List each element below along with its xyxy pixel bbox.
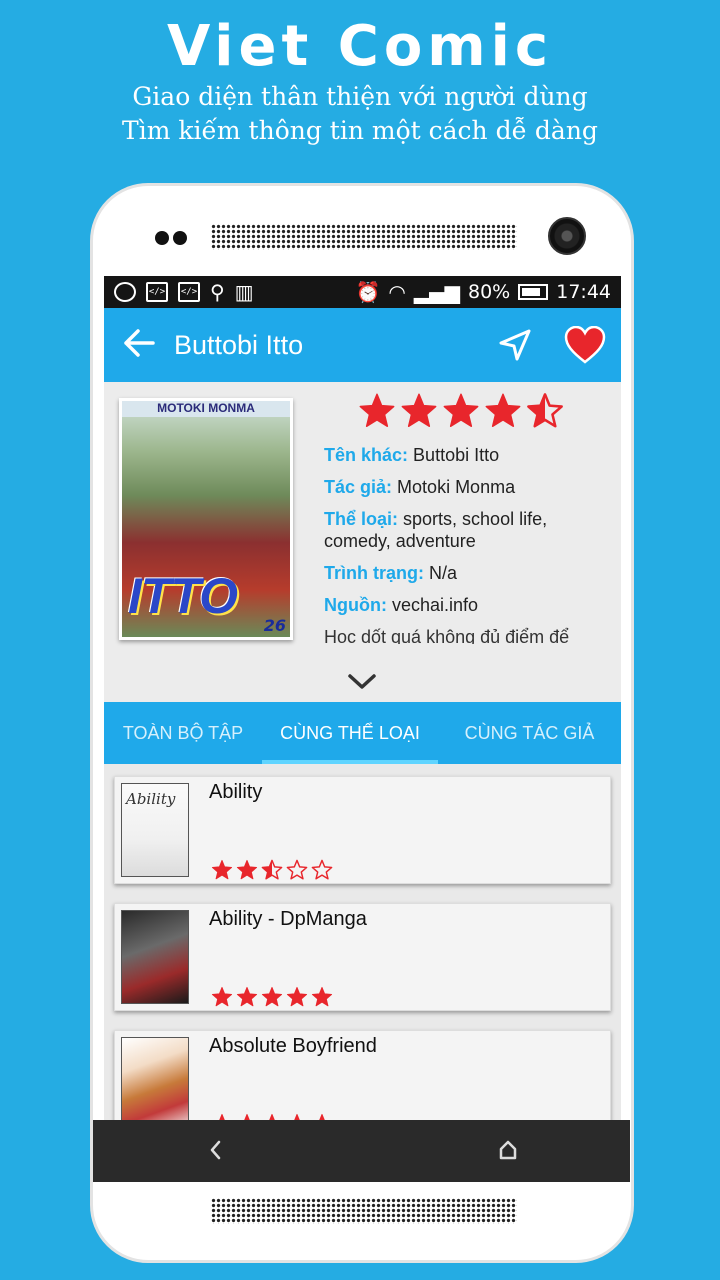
app-screen: </> </> ⚲ ▥ ⏰ ◠ ▂▄▆ 80% 17:44 Buttobi It…: [104, 276, 621, 1120]
tab-same-author[interactable]: CÙNG TÁC GIẢ: [438, 702, 621, 764]
star-filled-icon: [485, 393, 521, 427]
navigation-arrow-icon: [499, 329, 531, 361]
thumbnail-text: Ability: [126, 790, 176, 808]
share-button[interactable]: [491, 308, 539, 382]
status-bar: </> </> ⚲ ▥ ⏰ ◠ ▂▄▆ 80% 17:44: [104, 276, 621, 308]
star-half-icon: [527, 393, 563, 428]
battery-icon: [518, 284, 549, 300]
home-icon: [499, 1140, 517, 1160]
page-title: Buttobi Itto: [174, 329, 304, 360]
tab-bar: TOÀN BỘ TẬP CÙNG THỂ LOẠI CÙNG TÁC GIẢ: [104, 702, 621, 764]
star-filled-icon: [401, 393, 437, 427]
comic-rating: [211, 859, 333, 881]
system-back-button[interactable]: [199, 1132, 233, 1168]
promo-subtitle-1: Giao diện thân thiện với người dùng: [132, 82, 588, 111]
comic-title: Ability - DpManga: [209, 908, 367, 930]
app-bar: Buttobi Itto: [104, 308, 621, 382]
star-empty-icon: [286, 859, 308, 880]
info-alt-name: Tên khác: Buttobi Itto: [324, 445, 500, 465]
earpiece-speaker: [211, 224, 517, 250]
cover-author: MOTOKI MONMA: [122, 401, 290, 417]
star-filled-icon: [294, 1113, 300, 1120]
star-filled-icon: [244, 1113, 250, 1120]
info-source: Nguồn: vechai.info: [324, 595, 479, 615]
usb-icon: ⚲: [210, 280, 225, 304]
promo-title: Viet Comic: [166, 14, 554, 79]
wifi-icon: ◠: [388, 280, 406, 304]
star-filled-icon: [236, 986, 258, 1007]
promo-subtitle-2: Tìm kiếm thông tin một cách dễ dàng: [122, 116, 598, 145]
expand-button[interactable]: [342, 668, 382, 696]
comic-rating: [211, 1113, 333, 1120]
star-filled-icon: [211, 986, 233, 1007]
star-filled-icon: [319, 1113, 325, 1120]
comic-thumbnail: Ability: [121, 783, 189, 877]
star-filled-icon: [261, 986, 283, 1007]
comic-thumbnail: [121, 1037, 189, 1120]
tab-all-chapters[interactable]: TOÀN BỘ TẬP: [104, 702, 262, 764]
info-status: Trình trạng: N/a: [324, 563, 458, 583]
chevron-left-icon: [210, 1140, 221, 1160]
front-camera: [548, 217, 586, 255]
list-item[interactable]: Ability - DpManga: [114, 903, 611, 1011]
battery-percent: 80%: [468, 281, 511, 303]
bottom-speaker: [211, 1198, 517, 1224]
clock: 17:44: [556, 281, 611, 303]
cover-title: ITTO: [128, 568, 238, 624]
info-genre: Thể loại: sports, school life, comedy, a…: [324, 509, 548, 551]
chevron-down-icon: [348, 674, 376, 689]
info-panel: Tên khác: Buttobi Itto Tác giả: Motoki M…: [324, 444, 606, 644]
comic-title: Ability: [209, 781, 263, 803]
star-filled-icon: [286, 986, 308, 1007]
star-filled-icon: [443, 393, 479, 427]
list-item[interactable]: Absolute Boyfriend: [114, 1030, 611, 1120]
favorite-button[interactable]: [561, 308, 609, 382]
signal-icon: ▂▄▆: [413, 280, 460, 304]
code-icon: </>: [146, 282, 168, 302]
sync-icon: [114, 282, 136, 302]
star-filled-icon: [359, 393, 395, 427]
star-filled-icon: [269, 1113, 275, 1120]
heart-icon: [564, 326, 606, 364]
comic-rating: [358, 392, 564, 430]
comic-detail: MOTOKI MONMA ITTO 26 Tên khác: Buttobi I…: [104, 382, 621, 702]
star-filled-icon: [219, 1113, 225, 1120]
back-button[interactable]: [104, 308, 174, 382]
star-half-icon: [261, 859, 283, 880]
system-home-button[interactable]: [491, 1132, 525, 1168]
comic-title: Absolute Boyfriend: [209, 1035, 377, 1057]
description: Học dốt quá không đủ điểm để: [324, 627, 570, 644]
comic-rating: [211, 986, 333, 1008]
cover-volume: 26: [263, 616, 286, 635]
code-icon: </>: [178, 282, 200, 302]
star-filled-icon: [211, 859, 233, 880]
star-filled-icon: [236, 859, 258, 880]
sensor-dots: [155, 230, 191, 249]
alarm-icon: ⏰: [355, 280, 381, 304]
comic-cover: MOTOKI MONMA ITTO 26: [119, 398, 293, 640]
info-author: Tác giả: Motoki Monma: [324, 477, 516, 497]
star-filled-icon: [311, 986, 333, 1007]
comic-thumbnail: [121, 910, 189, 1004]
comic-list: Ability Ability Ability - DpManga Absolu…: [104, 764, 621, 1120]
list-item[interactable]: Ability Ability: [114, 776, 611, 884]
star-empty-icon: [311, 859, 333, 880]
tab-same-genre[interactable]: CÙNG THỂ LOẠI: [262, 702, 438, 764]
system-nav-bar: [93, 1120, 630, 1182]
sd-card-icon: ▥: [234, 280, 254, 304]
arrow-left-icon: [124, 329, 155, 357]
